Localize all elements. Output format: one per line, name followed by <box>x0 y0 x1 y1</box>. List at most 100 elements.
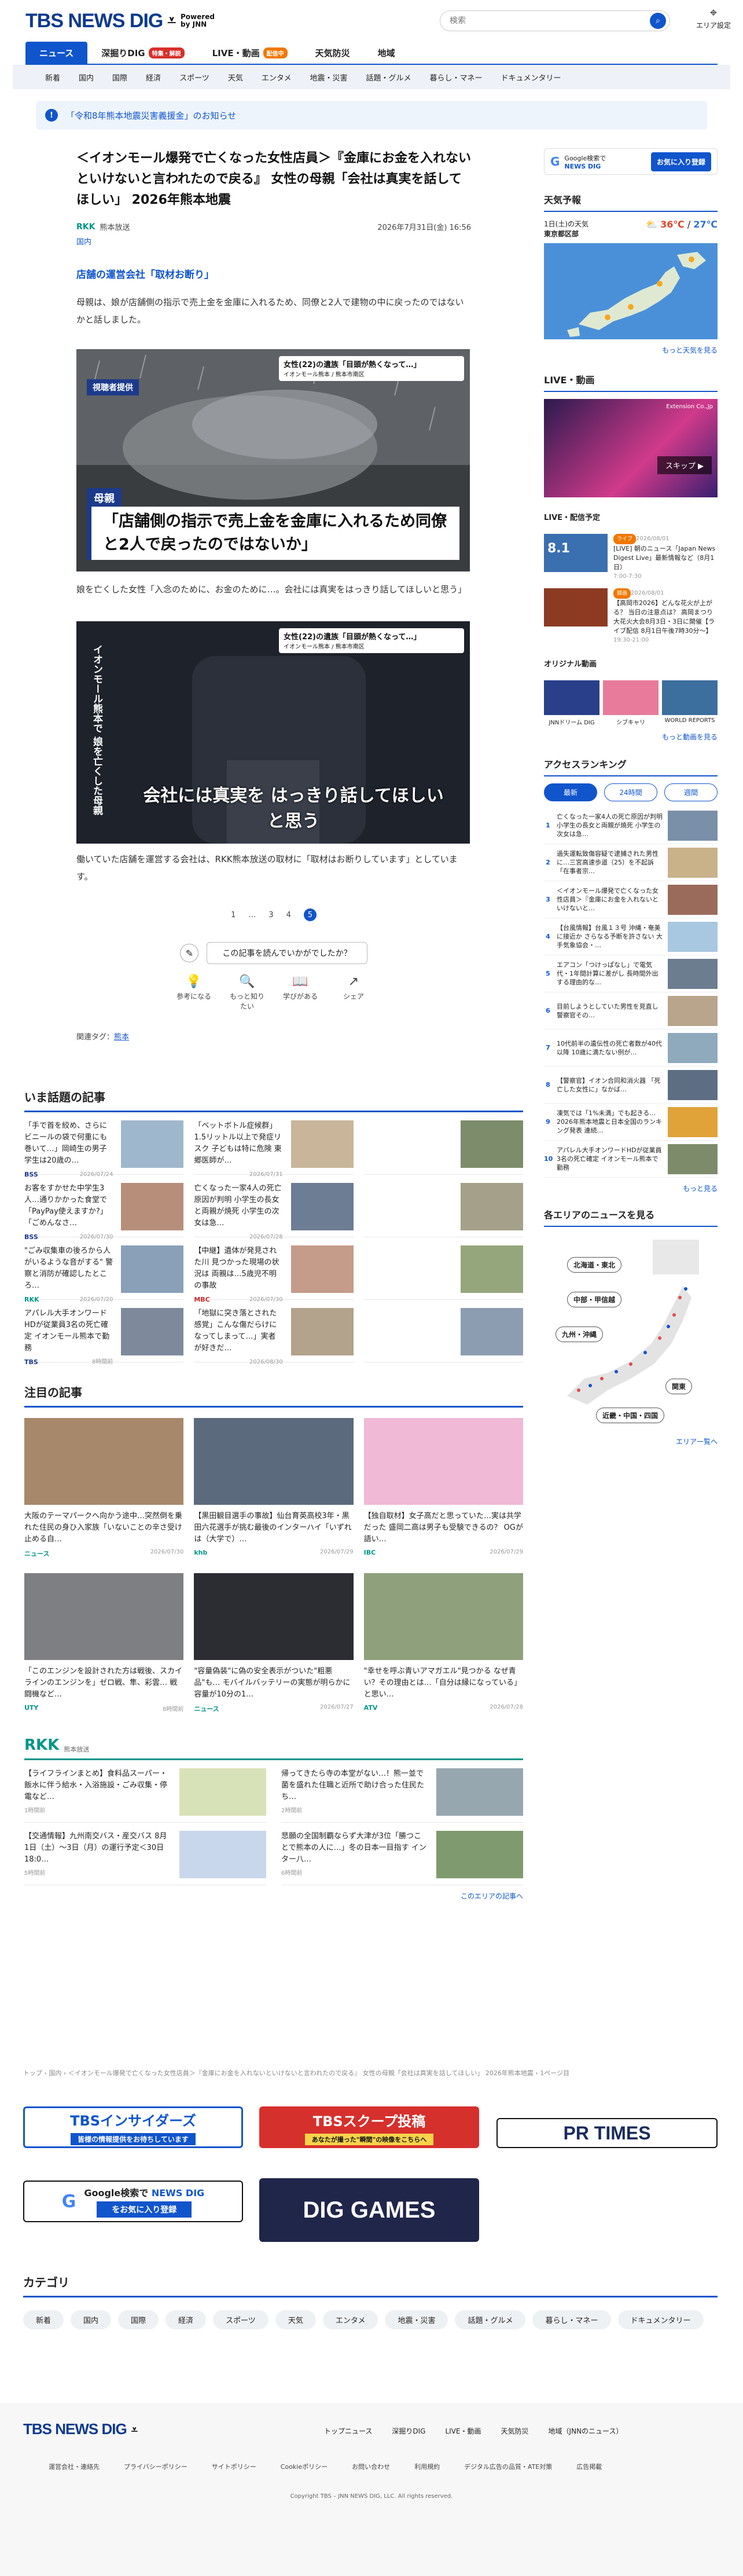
area-button[interactable]: 関東 <box>665 1379 693 1394</box>
footer-link[interactable]: 天気防災 <box>501 2426 529 2436</box>
hot-article-card[interactable]: お客をすかせた中学生3人…通りかかった食堂で「PayPay使えますか?」「ごめん… <box>24 1175 184 1241</box>
site-logo[interactable]: TBS NEWS DIG ⩡ Powered by JNN <box>25 10 215 32</box>
footer-link[interactable]: 地域（JNNのニュース） <box>549 2426 623 2436</box>
google-banner[interactable]: G Google検索で NEWS DIG をお気に入り登録 <box>23 2181 243 2222</box>
favorite-button[interactable]: お気に入り登録 <box>650 152 711 171</box>
reaction-button[interactable]: 📖 学びがある <box>282 974 319 1011</box>
search-icon[interactable]: ⌕ <box>650 13 666 29</box>
local-more-link[interactable]: このエリアの記事へ <box>24 1891 523 1901</box>
hot-article-card[interactable]: "ごみ収集車の後ろから人がいるような音がする" 警察と消防が確認したところ… RK… <box>24 1237 184 1303</box>
category-chip[interactable]: 天気 <box>275 2310 316 2329</box>
breadcrumb[interactable]: トップ › 国内 › ＜イオンモール爆発で亡くなった女性店員＞『金庫にお金を入れ… <box>23 2068 718 2077</box>
google-favorite-box[interactable]: G Google検索で NEWS DIG お気に入り登録 <box>544 148 718 175</box>
scoop-banner[interactable]: TBSスクープ投稿 あなたが撮った"瞬間"の映像をこちらへ <box>259 2106 479 2148</box>
subnav-item[interactable]: 新着 <box>36 72 69 83</box>
subnav-item[interactable]: 暮らし・マネー <box>420 72 491 83</box>
category-chip[interactable]: スポーツ <box>213 2310 268 2329</box>
subnav-item[interactable]: 国際 <box>103 72 137 83</box>
original-video[interactable]: シブキャリ <box>603 680 659 726</box>
alert-banner[interactable]: ! 「令和8年熊本地震災害義援金」のお知らせ <box>36 101 707 130</box>
subnav-item[interactable]: スポーツ <box>170 72 219 83</box>
ranking-more-link[interactable]: もっと見る <box>544 1183 718 1193</box>
gnav-tab[interactable]: 深掘りDIG 特集・解説 <box>87 42 198 64</box>
gnav-tab[interactable]: 天気防災 <box>301 42 364 64</box>
category-chip[interactable]: 暮らし・マネー <box>532 2310 611 2329</box>
footer-link[interactable]: 利用規約 <box>414 2462 440 2471</box>
featured-article-card[interactable]: 大阪のテーマパークへ向かう途中…突然倒を乗れた住民の身ひ入家族「いないことの辛さ… <box>24 1418 184 1558</box>
footer-link[interactable]: 運営会社・連絡先 <box>49 2462 100 2471</box>
category-chip[interactable]: 話題・グルメ <box>455 2310 526 2329</box>
category-chip[interactable]: 地震・災害 <box>385 2310 448 2329</box>
footer-link[interactable]: 広告掲載 <box>576 2462 602 2471</box>
gnav-tab[interactable]: LIVE・動画 配信中 <box>198 42 301 64</box>
area-button[interactable]: 近畿・中国・四国 <box>596 1408 665 1423</box>
insiders-banner[interactable]: TBSインサイダーズ 皆様の情報提供をお待ちしています <box>23 2106 243 2148</box>
footer-link[interactable]: お問い合わせ <box>352 2462 390 2471</box>
original-video[interactable]: WORLD REPORTS <box>662 680 718 726</box>
featured-article-card[interactable]: 「このエンジンを設計された方は戦後、スカイラインのエンジンを」ゼロ戦、隼、彩雲…… <box>24 1573 184 1713</box>
category-chip[interactable]: 国内 <box>71 2310 112 2329</box>
video-more-link[interactable]: もっと動画を見る <box>544 732 718 742</box>
featured-article-card[interactable]: "幸せを呼ぶ青いアマガエル"見つかる なぜ青い？その理由とは…「自分は縁になって… <box>363 1573 523 1713</box>
category-chip[interactable]: エンタメ <box>322 2310 378 2329</box>
ranking-item[interactable]: 8 【警察官】イオン合同和消火器 「死亡した女性に」なかば… <box>544 1067 718 1104</box>
subnav-item[interactable]: 話題・グルメ <box>356 72 420 83</box>
local-article-card[interactable]: 【ライフラインまとめ】食料品スーパー・飯水に伴う給水・入浴施設・ごみ収集・停電な… <box>24 1760 266 1823</box>
hot-article-card[interactable]: 「ベットボトル症候群」1.5リットル以上で発症リスク 子どもは特に危険 東郷医師… <box>194 1112 354 1178</box>
local-logo[interactable]: RKK <box>24 1736 59 1754</box>
live-video-player[interactable]: Extension Co.,Jp スキップ ▶ <box>544 399 718 497</box>
featured-article-card[interactable]: "容量偽装"に偽の安全表示がついた"粗悪品"も… モバイルバッテリーの実態が明ら… <box>194 1573 354 1713</box>
hot-article-card[interactable] <box>363 1300 523 1362</box>
ranking-item[interactable]: 3 ＜イオンモール爆発で亡くなった女性店員＞『金庫にお金を入れないといけないと… <box>544 881 718 918</box>
ranking-item[interactable]: 4 【台風情報】台風１３号 沖縄・奄美に接近か さらなる予断を許さない 大手気象協… <box>544 918 718 955</box>
ranking-item[interactable]: 7 10代前半の遺伝性の死亡者数が40代以降 10歳に満たない例が… <box>544 1029 718 1067</box>
footer-link[interactable]: LIVE・動画 <box>446 2426 481 2436</box>
hot-article-card[interactable]: 「地獄に突き落とされた感覚」こんな傷だらけになってしまって…」実者が好きだ… 20… <box>194 1300 354 1365</box>
subnav-item[interactable]: 国内 <box>69 72 103 83</box>
hot-article-card[interactable]: 亡くなった一家4人の死亡原因が判明 小学生の長女と両親が焼死 小学生の次女は急…… <box>194 1175 354 1240</box>
category-chip[interactable]: ドキュメンタリー <box>617 2310 704 2329</box>
ranking-tab[interactable]: 最新 <box>544 783 597 801</box>
ranking-tab[interactable]: 24時間 <box>604 783 657 801</box>
dig-games-banner[interactable]: DIG GAMES <box>259 2178 479 2242</box>
footer-link[interactable]: サイトポリシー <box>212 2462 256 2471</box>
weather-map[interactable] <box>544 243 718 339</box>
hot-article-card[interactable] <box>363 1175 523 1237</box>
ranking-tab[interactable]: 週間 <box>664 783 718 801</box>
footer-link[interactable]: プライバシーポリシー <box>124 2462 187 2471</box>
subnav-item[interactable]: 天気 <box>219 72 252 83</box>
category-chip[interactable]: 新着 <box>23 2310 64 2329</box>
footer-logo[interactable]: TBS NEWS DIG ⩡ <box>23 2420 138 2438</box>
area-more-link[interactable]: エリア一覧へ <box>544 1437 718 1446</box>
hot-article-card[interactable]: 「手で首を絞め、さらにビニールの袋で何重にも巻いて…」岡崎生の男子学生は20歳の… <box>24 1112 184 1178</box>
subnav-item[interactable]: ドキュメンタリー <box>492 72 571 83</box>
hot-article-card[interactable]: 【中継】遺体が発見された川 見つかった現場の状況は 両親は…5歳児不明の事故 MB… <box>194 1237 354 1303</box>
footer-link[interactable]: デジタル広告の品質・ATE対策 <box>464 2462 552 2471</box>
page-link[interactable]: 4 <box>286 911 291 919</box>
page-link[interactable]: 3 <box>268 911 273 919</box>
gnav-tab[interactable]: ニュース <box>25 42 88 64</box>
area-button[interactable]: 九州・沖縄 <box>556 1327 604 1342</box>
local-article-card[interactable]: 【交通情報】九州南交バス・産交バス 8月1日（土）～3日（月）の運行予定＜30日… <box>24 1823 266 1885</box>
footer-link[interactable]: トップニュース <box>324 2426 372 2436</box>
ranking-item[interactable]: 5 エアコン「つけっぱなし」で電気代・1年間計算に差がし 長時間外出する理由的な… <box>544 955 718 992</box>
schedule-item[interactable]: 8.1 ライブ 2026/08/01 [LIVE] 朝のニュース「Japan News… <box>544 534 718 581</box>
category-chip[interactable]: 経済 <box>165 2310 207 2329</box>
hot-article-card[interactable]: アパレル大手オンワードHDが従業員3名の死亡確定 イオンモール熊本で勤務 TBS 8… <box>24 1300 184 1366</box>
page-link[interactable]: 1 <box>231 911 236 919</box>
category-chip[interactable]: 国際 <box>118 2310 159 2329</box>
footer-link[interactable]: Cookieポリシー <box>281 2462 328 2471</box>
skip-ad-button[interactable]: スキップ ▶ <box>657 456 712 474</box>
source-logo[interactable]: RKK <box>76 222 95 232</box>
page-link[interactable]: 5 <box>303 908 317 921</box>
footer-link[interactable]: 深掘りDIG <box>392 2426 425 2436</box>
ranking-item[interactable]: 2 過失運転致傷容疑で逮捕された男性に…三宮高速歩道（25）を不起訴「在事者宗… <box>544 844 718 881</box>
source-name[interactable]: 熊本放送 <box>100 221 130 232</box>
featured-article-card[interactable]: 【黒田観目選手の事故】仙台育英高校3年・黒田六花選手が挑む最後のインターハイ「い… <box>194 1418 354 1558</box>
area-setting-button[interactable]: ⌖ エリア設定 <box>693 6 734 30</box>
weather-more-link[interactable]: もっと天気を見る <box>544 345 718 355</box>
reaction-button[interactable]: 🔍 もっと知りたい <box>229 974 266 1011</box>
subnav-item[interactable]: 経済 <box>137 72 170 83</box>
subnav-item[interactable]: 地震・災害 <box>300 72 356 83</box>
featured-article-card[interactable]: 【独自取材】女子高だと思っていた…実は共学だった 盛岡二高は男子も受験できるの？… <box>363 1418 523 1558</box>
